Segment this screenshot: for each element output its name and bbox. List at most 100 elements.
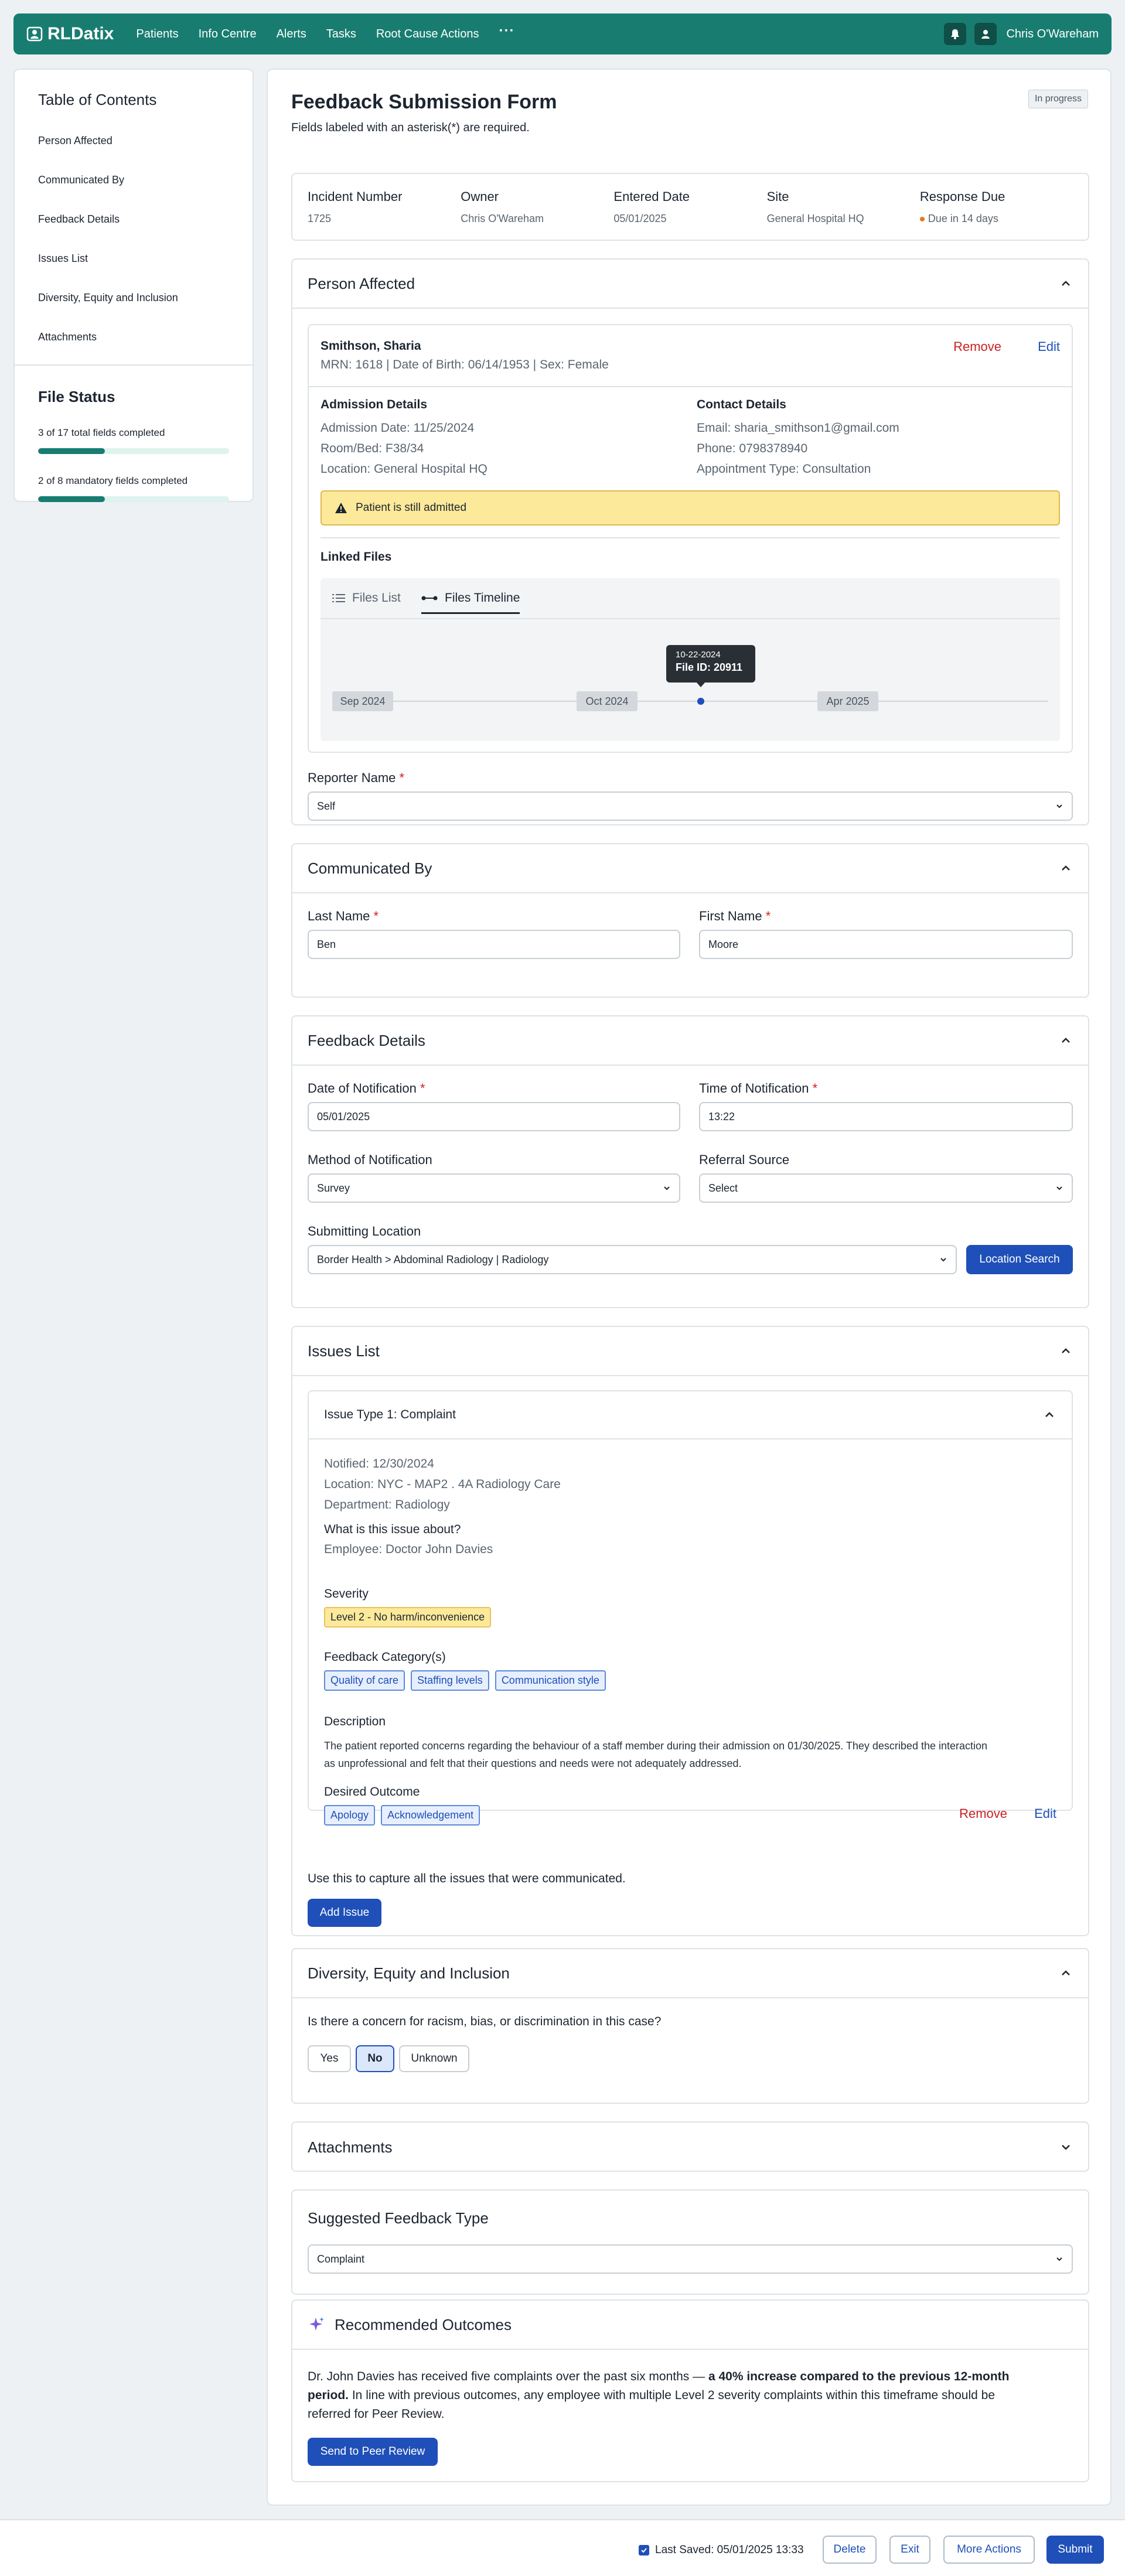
attachments-title: Attachments: [308, 2138, 393, 2156]
tooltip-arrow: [696, 682, 705, 687]
ai-sparkle-icon: [309, 2317, 324, 2331]
toc-item-feedback-details[interactable]: Feedback Details: [38, 213, 229, 226]
tab-files-timeline[interactable]: Files Timeline: [421, 591, 520, 614]
logo-icon: [26, 26, 43, 42]
add-issue-button[interactable]: Add Issue: [308, 1899, 381, 1927]
feedback-details-header[interactable]: Feedback Details: [292, 1016, 1088, 1066]
last-saved-text: Last Saved: 05/01/2025 13:33: [655, 2544, 804, 2556]
app-logo[interactable]: RLDatix: [26, 24, 114, 44]
dei-options: Yes No Unknown: [308, 2045, 474, 2072]
referral-source-value: Select: [708, 1182, 738, 1194]
issue-about-value: Employee: Doctor John Davies: [324, 1543, 493, 1556]
nav-root-cause-actions[interactable]: Root Cause Actions: [376, 28, 479, 41]
nav-more-menu[interactable]: ···: [499, 23, 514, 41]
issues-list-header[interactable]: Issues List: [292, 1327, 1088, 1376]
issue-department: Department: Radiology: [324, 1498, 450, 1512]
nav-tasks[interactable]: Tasks: [326, 28, 356, 41]
toc-item-person-affected[interactable]: Person Affected: [38, 135, 229, 147]
entered-date-label: Entered Date: [613, 189, 690, 204]
submitting-location-select[interactable]: Border Health > Abdominal Radiology | Ra…: [308, 1245, 957, 1274]
last-name-input[interactable]: Ben: [308, 930, 680, 959]
nav-patients[interactable]: Patients: [136, 28, 178, 41]
outcome-tag: Apology: [324, 1805, 376, 1826]
first-name-input[interactable]: Moore: [699, 930, 1073, 959]
toc-item-issues-list[interactable]: Issues List: [38, 253, 229, 265]
admission-details: Admission Details Admission Date: 11/25/…: [321, 398, 488, 479]
feedback-details-title: Feedback Details: [308, 1031, 425, 1049]
chevron-up-icon[interactable]: [1059, 277, 1073, 291]
toc-item-attachments[interactable]: Attachments: [38, 331, 229, 343]
submit-button[interactable]: Submit: [1046, 2536, 1104, 2564]
timeline-file-marker[interactable]: [697, 698, 704, 705]
date-of-notification-input[interactable]: 05/01/2025: [308, 1102, 680, 1131]
entered-date: Entered Date 05/01/2025: [613, 189, 766, 224]
chevron-up-icon[interactable]: [1042, 1408, 1056, 1422]
issue-card-header[interactable]: Issue Type 1: Complaint: [309, 1391, 1072, 1439]
communicated-by-header[interactable]: Communicated By: [292, 844, 1088, 893]
location-search-button[interactable]: Location Search: [966, 1245, 1073, 1274]
user-avatar[interactable]: [974, 23, 997, 45]
contact-email: Email: sharia_smithson1@gmail.com: [697, 421, 899, 435]
main-nav: Patients Info Centre Alerts Tasks Root C…: [136, 23, 534, 41]
chevron-up-icon[interactable]: [1059, 1966, 1073, 1980]
tabs-divider: [321, 618, 1060, 619]
issue-about-label: What is this issue about?: [324, 1523, 461, 1536]
dei-header[interactable]: Diversity, Equity and Inclusion: [292, 1949, 1088, 1998]
exit-button[interactable]: Exit: [889, 2536, 930, 2564]
more-actions-button[interactable]: More Actions: [943, 2536, 1035, 2564]
tooltip-date: 10-22-2024: [676, 650, 721, 660]
app-name: RLDatix: [47, 24, 114, 43]
incident-number-value: 1725: [308, 213, 332, 224]
delete-button[interactable]: Delete: [823, 2536, 877, 2564]
person-affected-header[interactable]: Person Affected: [292, 260, 1088, 309]
site-value: General Hospital HQ: [766, 213, 864, 224]
remove-patient-link[interactable]: Remove: [953, 339, 1001, 354]
communicated-by-section: Communicated By Last Name * Ben First Na…: [291, 843, 1089, 998]
attachments-header[interactable]: Attachments: [292, 2123, 1088, 2172]
file-status-panel: File Status 3 of 17 total fields complet…: [15, 366, 253, 545]
remove-issue-link[interactable]: Remove: [959, 1806, 1007, 1821]
toc-item-dei[interactable]: Diversity, Equity and Inclusion: [38, 292, 229, 304]
owner: Owner Chris O'Wareham: [461, 189, 613, 224]
send-to-peer-review-button[interactable]: Send to Peer Review: [308, 2438, 438, 2466]
mandatory-fields-progress: [38, 496, 229, 502]
chevron-up-icon[interactable]: [1059, 1033, 1073, 1048]
last-saved-checkbox[interactable]: [639, 2545, 649, 2555]
dei-option-unknown[interactable]: Unknown: [399, 2045, 469, 2072]
reporter-name-select[interactable]: Self: [308, 791, 1073, 821]
check-icon: [641, 2548, 647, 2553]
contact-details-title: Contact Details: [697, 398, 786, 411]
chevron-down-icon: [1056, 1186, 1062, 1190]
timeline-label-apr-2025: Apr 2025: [817, 691, 878, 711]
chevron-down-icon[interactable]: [1059, 2140, 1073, 2154]
person-affected-title: Person Affected: [308, 274, 415, 292]
date-of-notification-label: Date of Notification *: [308, 1081, 425, 1096]
first-name-label: First Name *: [699, 909, 771, 923]
suggested-feedback-type-select[interactable]: Complaint: [308, 2244, 1073, 2274]
suggested-feedback-type-title: Suggested Feedback Type: [308, 2209, 489, 2227]
dei-option-no[interactable]: No: [356, 2045, 394, 2072]
user-name[interactable]: Chris O'Wareham: [1006, 28, 1099, 41]
chevron-up-icon[interactable]: [1059, 1344, 1073, 1358]
toc-title: Table of Contents: [38, 91, 157, 108]
chevron-up-icon[interactable]: [1059, 861, 1073, 875]
toc-item-communicated-by[interactable]: Communicated By: [38, 174, 229, 186]
divider: [309, 386, 1072, 387]
referral-source-select[interactable]: Select: [699, 1173, 1073, 1203]
notifications-button[interactable]: [944, 23, 967, 45]
nav-info-centre[interactable]: Info Centre: [199, 28, 257, 41]
feedback-category-tags: Quality of care Staffing levels Communicat…: [324, 1670, 612, 1691]
dei-option-yes[interactable]: Yes: [308, 2045, 351, 2072]
issue-meta: Notified: 12/30/2024 Location: NYC - MAP…: [324, 1454, 561, 1515]
admitted-warning-banner: Patient is still admitted: [321, 490, 1060, 526]
edit-patient-link[interactable]: Edit: [1038, 339, 1060, 354]
nav-alerts[interactable]: Alerts: [277, 28, 306, 41]
tab-files-list[interactable]: Files List: [332, 591, 401, 605]
tooltip-file-id: File ID: 20911: [676, 661, 743, 673]
file-status-title: File Status: [38, 388, 115, 405]
admission-location: Location: General Hospital HQ: [321, 462, 488, 476]
time-of-notification-input[interactable]: 13:22: [699, 1102, 1073, 1131]
method-of-notification-select[interactable]: Survey: [308, 1173, 680, 1203]
chevron-down-icon: [664, 1186, 670, 1190]
edit-issue-link[interactable]: Edit: [1034, 1806, 1056, 1821]
